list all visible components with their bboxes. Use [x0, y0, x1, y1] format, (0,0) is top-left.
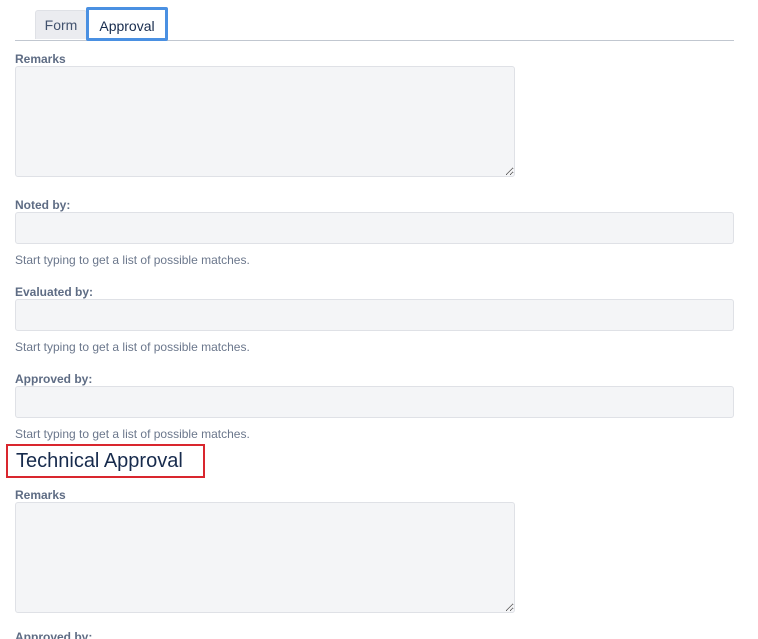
technical-approval-heading: Technical Approval: [6, 444, 205, 478]
technical-approved-by-label: Approved by:: [15, 630, 93, 639]
approval-page: Form Approval Remarks Noted by: Start ty…: [0, 0, 758, 639]
noted-by-hint: Start typing to get a list of possible m…: [15, 253, 250, 267]
evaluated-by-label: Evaluated by:: [15, 285, 94, 299]
remarks-label: Remarks: [15, 52, 66, 66]
tab-bar: Form Approval: [15, 7, 734, 41]
evaluated-by-hint: Start typing to get a list of possible m…: [15, 340, 250, 354]
noted-by-input[interactable]: [15, 212, 734, 244]
noted-by-label: Noted by:: [15, 198, 71, 212]
remarks-textarea[interactable]: [15, 66, 515, 177]
approved-by-label: Approved by:: [15, 372, 93, 386]
tab-approval[interactable]: Approval: [86, 7, 168, 41]
technical-remarks-label: Remarks: [15, 488, 66, 502]
tab-form[interactable]: Form: [35, 10, 87, 39]
evaluated-by-input[interactable]: [15, 299, 734, 331]
technical-remarks-textarea[interactable]: [15, 502, 515, 613]
approved-by-hint: Start typing to get a list of possible m…: [15, 427, 250, 441]
approved-by-input[interactable]: [15, 386, 734, 418]
